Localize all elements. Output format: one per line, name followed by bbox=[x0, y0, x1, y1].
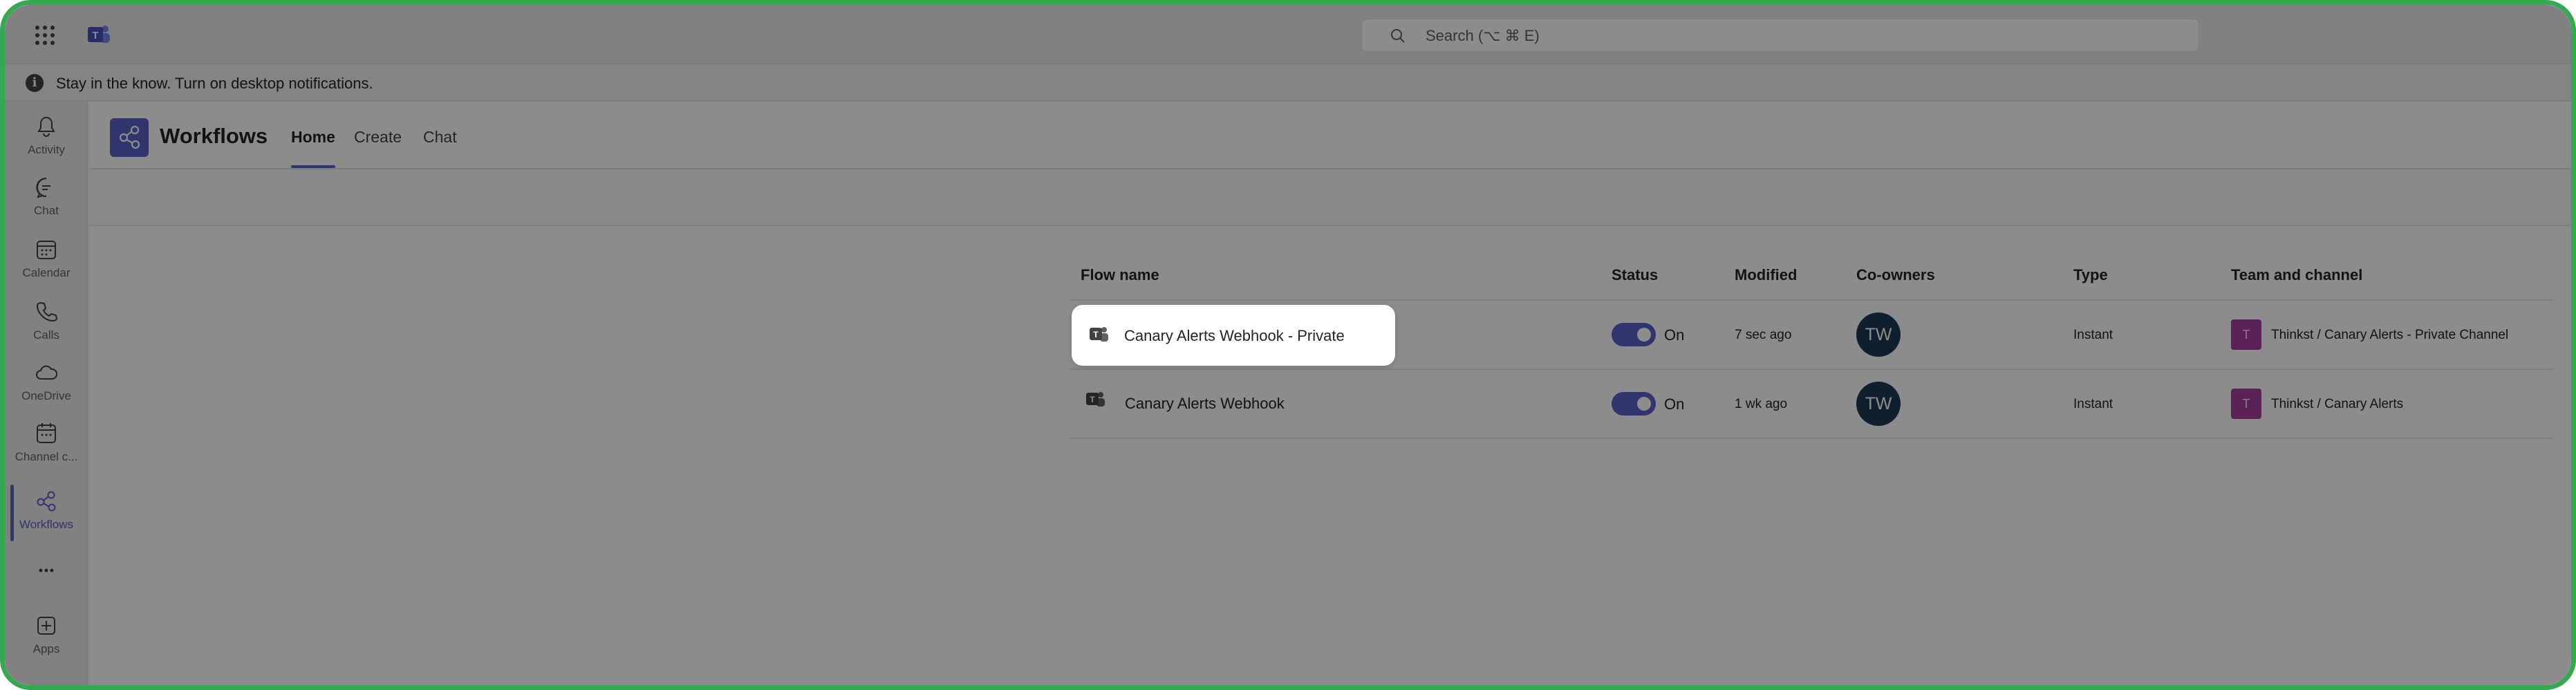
add-app-icon bbox=[37, 617, 55, 635]
rail-label: Workflows bbox=[19, 518, 74, 531]
search-input[interactable]: Search (⌥ ⌘ E) bbox=[1361, 19, 2199, 52]
team-avatar: T bbox=[2231, 389, 2261, 419]
info-icon: i bbox=[26, 74, 44, 92]
active-tab-indicator bbox=[291, 165, 335, 168]
tab-chat[interactable]: Chat bbox=[423, 128, 457, 147]
workflows-icon bbox=[119, 125, 140, 149]
notification-text[interactable]: Stay in the know. Turn on desktop notifi… bbox=[56, 75, 373, 93]
notification-bar: i Stay in the know. Turn on desktop noti… bbox=[5, 64, 2571, 102]
waffle-icon[interactable] bbox=[35, 26, 55, 45]
rail-label: Apps bbox=[32, 642, 60, 655]
app-window: T Search (⌥ ⌘ E) i Stay in the know. Tur… bbox=[0, 0, 2576, 690]
column-header-flow-name[interactable]: Flow name bbox=[1081, 266, 1159, 284]
toolbar-area bbox=[89, 169, 2571, 226]
title-bar: T Search (⌥ ⌘ E) bbox=[5, 5, 2571, 64]
flows-table: Flow name Status Modified Co-owners Type… bbox=[89, 226, 2571, 685]
teams-flow-icon: T bbox=[1086, 392, 1105, 407]
rail-item-onedrive[interactable]: OneDrive bbox=[5, 360, 88, 416]
modified-text: 1 wk ago bbox=[1735, 397, 1788, 411]
bell-icon bbox=[37, 116, 55, 137]
column-header-co-owners[interactable]: Co-owners bbox=[1856, 266, 1935, 284]
workflows-icon bbox=[37, 491, 56, 512]
team-channel-text[interactable]: Thinkst / Canary Alerts - Private Channe… bbox=[2271, 328, 2508, 343]
rail-label: Channel c... bbox=[15, 450, 78, 463]
calendar-icon bbox=[37, 241, 56, 259]
tab-home[interactable]: Home bbox=[291, 128, 335, 147]
type-text: Instant bbox=[2073, 328, 2113, 342]
rail-item-workflows[interactable]: Workflows bbox=[5, 485, 88, 544]
team-avatar: T bbox=[2231, 319, 2261, 350]
search-placeholder: Search (⌥ ⌘ E) bbox=[1426, 27, 1540, 44]
rail-item-channel-calendar[interactable]: Channel c... bbox=[5, 421, 88, 476]
app-title: Workflows bbox=[160, 124, 268, 148]
rail-item-calendar[interactable]: Calendar bbox=[5, 237, 88, 292]
column-header-modified[interactable]: Modified bbox=[1735, 266, 1797, 284]
highlighted-flow-name[interactable]: T Canary Alerts Webhook - Private bbox=[1072, 305, 1395, 366]
teams-logo-icon: T bbox=[88, 26, 110, 43]
rail-item-activity[interactable]: Activity bbox=[5, 114, 88, 169]
app-header: Workflows Home Create Chat bbox=[89, 102, 2571, 169]
rail-item-more[interactable] bbox=[5, 558, 88, 586]
column-header-status[interactable]: Status bbox=[1612, 266, 1658, 284]
rail-label: Calls bbox=[33, 328, 59, 342]
left-rail: Activity Chat Calendar Calls OneDrive Ch… bbox=[5, 102, 88, 685]
avatar[interactable]: TW bbox=[1856, 382, 1901, 426]
rail-item-apps[interactable]: Apps bbox=[5, 613, 88, 669]
status-toggle[interactable] bbox=[1612, 323, 1656, 346]
column-header-type[interactable]: Type bbox=[2073, 266, 2108, 284]
channel-calendar-icon bbox=[37, 423, 56, 443]
rail-label: OneDrive bbox=[21, 389, 71, 402]
rail-item-calls[interactable]: Calls bbox=[5, 299, 88, 355]
column-header-team-channel[interactable]: Team and channel bbox=[2231, 266, 2362, 284]
rail-label: Activity bbox=[28, 143, 65, 156]
svg-text:T: T bbox=[1090, 395, 1095, 404]
cloud-icon bbox=[36, 365, 58, 380]
rail-item-chat[interactable]: Chat bbox=[5, 175, 88, 230]
tab-create[interactable]: Create bbox=[354, 128, 402, 147]
divider bbox=[1070, 369, 2553, 370]
more-icon bbox=[39, 568, 54, 572]
rail-label: Calendar bbox=[22, 266, 71, 279]
svg-text:T: T bbox=[1093, 330, 1099, 339]
status-toggle[interactable] bbox=[1612, 392, 1656, 416]
rail-label: Chat bbox=[34, 204, 59, 217]
modified-text: 7 sec ago bbox=[1735, 328, 1792, 342]
chat-icon bbox=[36, 177, 50, 198]
type-text: Instant bbox=[2073, 397, 2113, 411]
status-text: On bbox=[1664, 326, 1685, 344]
flow-name[interactable]: Canary Alerts Webhook - Private bbox=[1124, 327, 1345, 345]
status-text: On bbox=[1664, 395, 1685, 413]
divider bbox=[1070, 299, 2553, 301]
divider bbox=[1070, 438, 2553, 439]
team-channel-text[interactable]: Thinkst / Canary Alerts bbox=[2271, 397, 2403, 412]
teams-flow-icon: T bbox=[1090, 327, 1108, 342]
phone-icon bbox=[36, 301, 58, 322]
search-icon bbox=[1391, 29, 1405, 43]
svg-text:T: T bbox=[92, 30, 98, 41]
flow-name[interactable]: Canary Alerts Webhook bbox=[1125, 395, 1285, 413]
workflows-app-icon bbox=[110, 118, 149, 157]
avatar[interactable]: TW bbox=[1856, 313, 1901, 357]
